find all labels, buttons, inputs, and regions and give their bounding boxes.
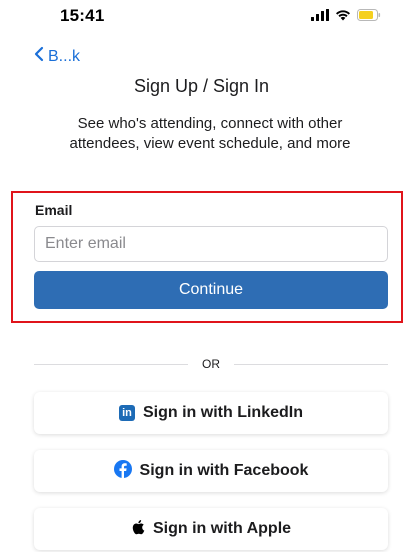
apple-signin-label: Sign in with Apple bbox=[152, 520, 292, 537]
linkedin-signin-label: Sign in with LinkedIn bbox=[143, 404, 303, 421]
page-subtitle: See who's attending, connect with other … bbox=[69, 115, 351, 152]
continue-button[interactable]: Continue bbox=[34, 271, 388, 309]
nav-bar: B...k bbox=[0, 44, 403, 72]
divider-line-left bbox=[34, 363, 188, 365]
back-button-label: B...k bbox=[48, 47, 81, 65]
facebook-signin-button[interactable]: Sign in with Facebook bbox=[34, 450, 388, 492]
email-input[interactable] bbox=[34, 226, 388, 262]
battery-icon bbox=[357, 8, 381, 26]
facebook-signin-label: Sign in with Facebook bbox=[139, 462, 309, 479]
status-bar: 15:41 bbox=[0, 0, 403, 34]
chevron-left-icon bbox=[34, 46, 44, 67]
page-title: Sign Up / Sign In bbox=[133, 76, 270, 96]
apple-icon bbox=[131, 519, 145, 540]
facebook-icon bbox=[113, 459, 132, 483]
cellular-signal-icon bbox=[311, 8, 329, 26]
apple-signin-button[interactable]: Sign in with Apple bbox=[34, 508, 388, 550]
linkedin-signin-button[interactable]: in Sign in with LinkedIn bbox=[34, 392, 388, 434]
linkedin-icon: in bbox=[119, 405, 135, 421]
divider-text: OR bbox=[202, 357, 220, 371]
status-icons bbox=[311, 8, 381, 26]
status-time: 15:41 bbox=[60, 6, 105, 25]
or-divider: OR bbox=[34, 354, 388, 374]
email-label: Email bbox=[35, 202, 73, 218]
back-button[interactable]: B...k bbox=[34, 46, 80, 67]
divider-line-right bbox=[234, 363, 388, 365]
wifi-icon bbox=[335, 8, 351, 26]
